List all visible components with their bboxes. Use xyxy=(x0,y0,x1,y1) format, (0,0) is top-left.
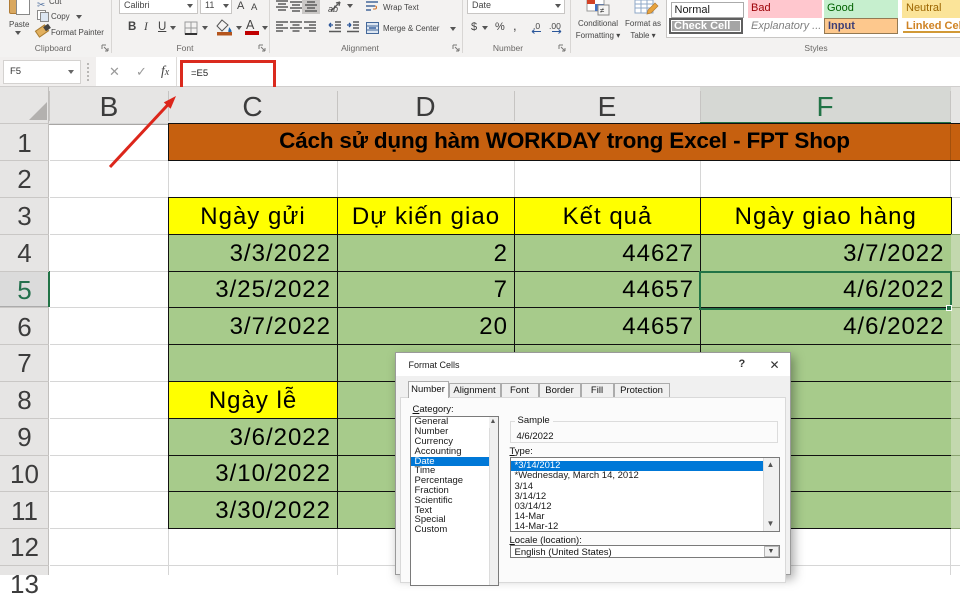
svg-text:ab: ab xyxy=(328,4,338,13)
svg-text:≠: ≠ xyxy=(600,6,605,15)
